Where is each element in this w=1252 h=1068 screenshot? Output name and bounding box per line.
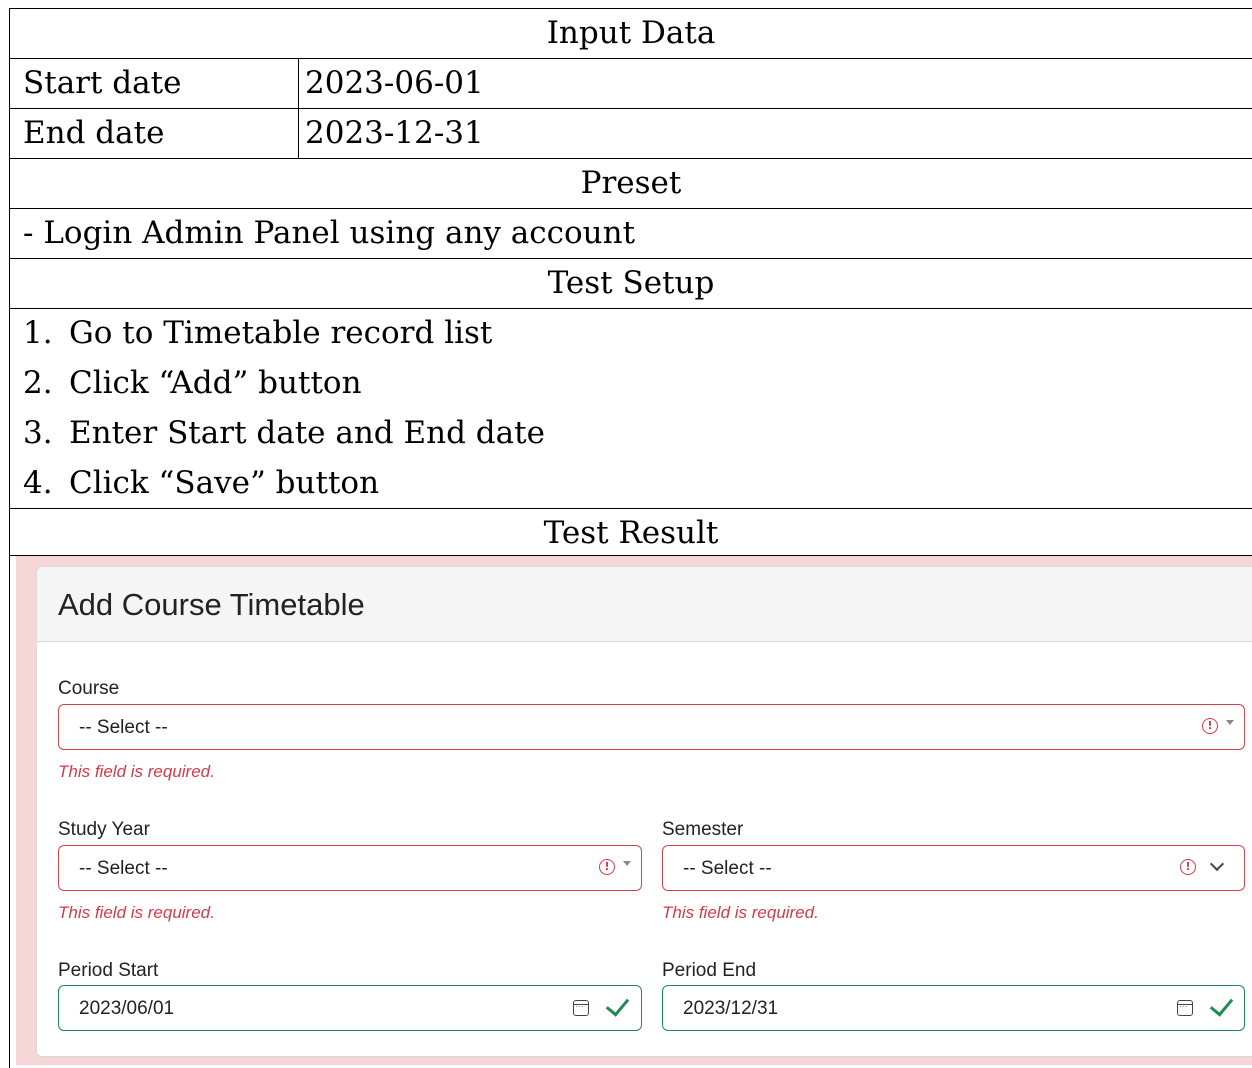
- end-date-row: End date 2023-12-31: [9, 108, 1252, 158]
- step-text: Click “Add” button: [69, 365, 362, 401]
- period-end-input[interactable]: 2023/12/31: [662, 985, 1245, 1031]
- end-date-label: End date: [23, 115, 165, 151]
- course-error: This field is required.: [58, 762, 215, 781]
- calendar-icon[interactable]: [573, 1000, 589, 1016]
- study-year-label: Study Year: [58, 819, 150, 840]
- step-item: 3. Enter Start date and End date: [23, 409, 545, 459]
- test-setup-heading: Test Setup: [547, 265, 715, 301]
- check-icon: [1209, 992, 1234, 1017]
- chevron-down-icon: [1209, 856, 1225, 872]
- caret-down-icon: [623, 861, 631, 866]
- preset-text: - Login Admin Panel using any account: [23, 215, 636, 251]
- caret-down-icon: [1226, 720, 1234, 725]
- period-end-label: Period End: [662, 960, 757, 981]
- test-setup-heading-row: Test Setup: [9, 258, 1252, 308]
- start-date-label: Start date: [23, 65, 182, 101]
- step-text: Enter Start date and End date: [69, 415, 545, 451]
- step-number: 2.: [23, 365, 53, 401]
- period-end-value: 2023/12/31: [683, 998, 779, 1019]
- exclamation-circle-icon: !: [1180, 859, 1196, 875]
- step-item: 4. Click “Save” button: [23, 459, 379, 509]
- test-setup-steps: 1. Go to Timetable record list 2. Click “A…: [9, 308, 1252, 508]
- step-number: 3.: [23, 415, 53, 451]
- semester-error: This field is required.: [662, 903, 819, 922]
- course-select-value: -- Select --: [79, 717, 168, 738]
- semester-select-value: -- Select --: [683, 858, 772, 879]
- exclamation-circle-icon: !: [1202, 718, 1218, 734]
- input-data-heading: Input Data: [546, 15, 716, 51]
- period-start-label: Period Start: [58, 960, 159, 981]
- semester-select[interactable]: -- Select -- !: [662, 845, 1245, 891]
- preset-heading-row: Preset: [9, 158, 1252, 208]
- test-result-heading-row: Test Result: [9, 508, 1252, 558]
- semester-label: Semester: [662, 819, 744, 840]
- course-select[interactable]: -- Select -- !: [58, 704, 1245, 750]
- input-data-heading-row: Input Data: [9, 8, 1252, 58]
- study-year-select[interactable]: -- Select -- !: [58, 845, 642, 891]
- card-title: Add Course Timetable: [58, 587, 365, 622]
- start-date-value: 2023-06-01: [305, 65, 484, 101]
- end-date-value: 2023-12-31: [305, 115, 484, 151]
- course-label: Course: [58, 678, 120, 699]
- step-item: 1. Go to Timetable record list: [23, 309, 492, 359]
- exclamation-circle-icon: !: [599, 859, 615, 875]
- test-result-heading: Test Result: [543, 515, 719, 551]
- step-item: 2. Click “Add” button: [23, 359, 362, 409]
- step-text: Go to Timetable record list: [69, 315, 493, 351]
- start-date-row: Start date 2023-06-01: [9, 58, 1252, 159]
- add-course-timetable-card: Add Course Timetable Course -- Select --…: [36, 566, 1252, 1057]
- check-icon: [605, 992, 630, 1017]
- step-number: 4.: [23, 465, 53, 501]
- study-year-error: This field is required.: [58, 903, 215, 922]
- study-year-select-value: -- Select --: [79, 858, 168, 879]
- period-start-input[interactable]: 2023/06/01: [58, 985, 642, 1031]
- test-result-screenshot: Add Course Timetable Course -- Select --…: [16, 556, 1252, 1065]
- step-number: 1.: [23, 315, 53, 351]
- card-header: Add Course Timetable: [37, 567, 1252, 642]
- period-start-value: 2023/06/01: [79, 998, 175, 1019]
- step-text: Click “Save” button: [69, 465, 380, 501]
- test-case-document: Input Data Start date 2023-06-01 End dat…: [0, 0, 1252, 1068]
- calendar-icon[interactable]: [1177, 1000, 1193, 1016]
- preset-text-row: - Login Admin Panel using any account: [9, 208, 1252, 258]
- preset-heading: Preset: [580, 165, 682, 201]
